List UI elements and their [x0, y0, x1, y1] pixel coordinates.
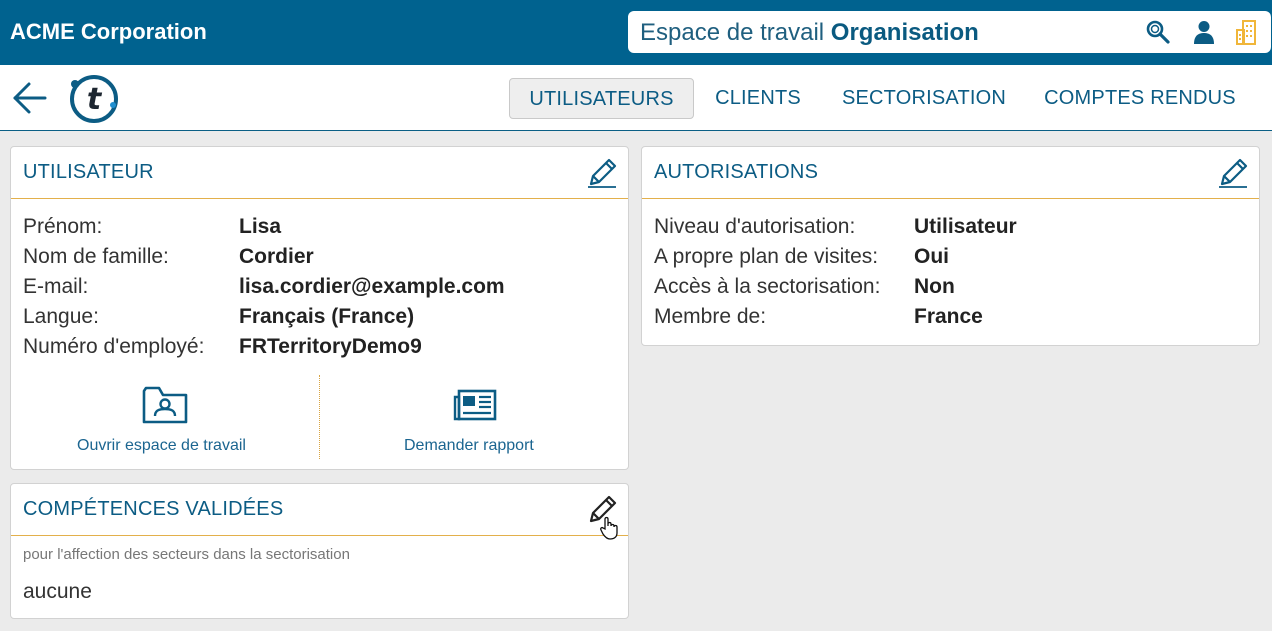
- field-label-email: E-mail:: [23, 275, 89, 298]
- app-logo[interactable]: t: [68, 73, 120, 125]
- auth-value-membre: France: [914, 305, 983, 328]
- user-icon[interactable]: [1191, 19, 1217, 45]
- skills-card-header: COMPÉTENCES VALIDÉES: [11, 484, 628, 540]
- field-value-langue: Français (France): [239, 305, 415, 328]
- back-arrow-icon[interactable]: [12, 81, 48, 115]
- edit-pencil-icon[interactable]: [1216, 156, 1250, 190]
- auth-value-niveau: Utilisateur: [914, 215, 1017, 238]
- building-icon[interactable]: [1234, 19, 1260, 45]
- tab-comptes-rendus[interactable]: COMPTES RENDUS: [1041, 78, 1239, 119]
- skills-note: pour l'affection des secteurs dans la se…: [23, 546, 350, 563]
- field-label-langue: Langue:: [23, 305, 99, 328]
- folder-user-icon[interactable]: [141, 383, 189, 427]
- hand-cursor-icon: [600, 516, 618, 540]
- field-value-nom: Cordier: [239, 245, 314, 268]
- top-bar: ACME Corporation Espace de travail Organ…: [0, 0, 1272, 65]
- workspace-selector[interactable]: Espace de travail Organisation: [628, 11, 1271, 53]
- auth-label-niveau: Niveau d'autorisation:: [654, 215, 856, 238]
- field-value-email: lisa.cordier@example.com: [239, 275, 505, 298]
- skills-card: COMPÉTENCES VALIDÉES pour l'affection de…: [10, 483, 629, 619]
- tab-sectorisation[interactable]: SECTORISATION: [836, 78, 1012, 119]
- search-icon[interactable]: [1145, 19, 1171, 45]
- field-value-employe: FRTerritoryDemo9: [239, 335, 422, 358]
- auth-label-sectorisation: Accès à la sectorisation:: [654, 275, 881, 298]
- authorizations-card-header: AUTORISATIONS: [642, 147, 1259, 199]
- authorizations-card-title: AUTORISATIONS: [654, 161, 819, 183]
- edit-pencil-icon[interactable]: [585, 156, 619, 190]
- field-label-employe: Numéro d'employé:: [23, 335, 205, 358]
- workspace-title: Espace de travail Organisation: [640, 19, 979, 47]
- auth-value-sectorisation: Non: [914, 275, 955, 298]
- newspaper-icon[interactable]: [451, 383, 499, 427]
- skills-value: aucune: [23, 580, 92, 603]
- company-name: ACME Corporation: [10, 19, 207, 44]
- open-workspace-link[interactable]: Ouvrir espace de travail: [77, 437, 246, 455]
- auth-label-plan: A propre plan de visites:: [654, 245, 879, 268]
- user-card: UTILISATEUR Prénom: Lisa Nom de famille:…: [10, 146, 629, 470]
- user-card-title: UTILISATEUR: [23, 161, 154, 183]
- nav-bar: t UTILISATEURS CLIENTS SECTORISATION COM…: [0, 65, 1272, 131]
- skills-card-title: COMPÉTENCES VALIDÉES: [23, 498, 284, 520]
- auth-label-membre: Membre de:: [654, 305, 767, 328]
- workspace-prefix: Espace de travail: [640, 19, 825, 46]
- field-label-nom: Nom de famille:: [23, 245, 169, 268]
- workspace-name: Organisation: [830, 19, 979, 46]
- field-label-prenom: Prénom:: [23, 215, 103, 238]
- user-card-header: UTILISATEUR: [11, 147, 628, 199]
- request-report-link[interactable]: Demander rapport: [404, 437, 534, 455]
- authorizations-card: AUTORISATIONS Niveau d'autorisation: Uti…: [641, 146, 1260, 346]
- auth-value-plan: Oui: [914, 245, 949, 268]
- tab-utilisateurs[interactable]: UTILISATEURS: [509, 78, 694, 119]
- tab-clients[interactable]: CLIENTS: [707, 78, 809, 119]
- field-value-prenom: Lisa: [239, 215, 282, 238]
- action-divider: [319, 375, 320, 459]
- svg-text:t: t: [87, 82, 103, 117]
